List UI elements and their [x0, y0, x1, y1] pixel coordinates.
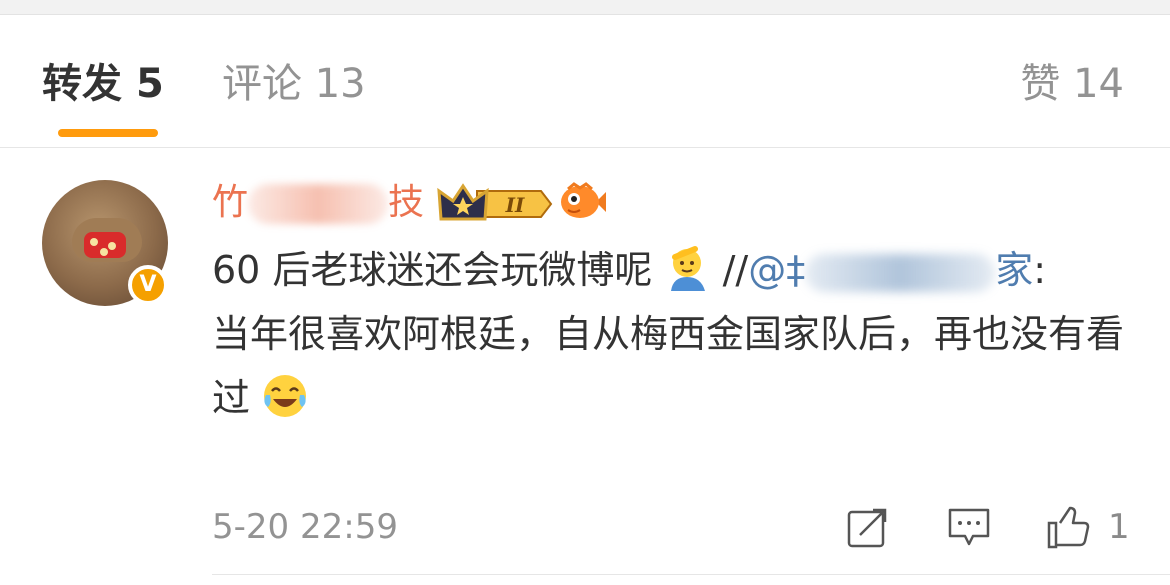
- comment-text-rest: 当年很喜欢阿根廷，自从梅西金国家队后，再也没有看过: [212, 312, 1125, 420]
- tab-like[interactable]: 赞 14: [1020, 59, 1124, 109]
- repost-separator: //: [710, 248, 749, 292]
- verified-v-icon: V: [128, 265, 168, 305]
- mention-link[interactable]: @‡ 家: [748, 248, 1033, 292]
- active-tab-indicator: [58, 129, 158, 137]
- tab-comment-label: 评论: [222, 61, 302, 107]
- divider: [212, 574, 1170, 575]
- top-strip: [0, 0, 1170, 15]
- like-count: 1: [1108, 507, 1130, 547]
- username-last: 技: [388, 182, 425, 223]
- mention-first: ‡: [786, 248, 806, 292]
- crown-level-badge-icon[interactable]: II: [437, 183, 553, 225]
- laugh-cry-emoji-icon: [264, 375, 307, 417]
- avatar-shirt: [84, 232, 126, 258]
- username-first: 竹: [212, 182, 249, 223]
- tab-repost[interactable]: 转发 5: [42, 59, 164, 109]
- mention-colon: :: [1033, 248, 1047, 292]
- tab-repost-label: 转发: [42, 61, 122, 107]
- tab-comment-count: 13: [314, 61, 366, 107]
- level-badge-text: II: [505, 193, 525, 217]
- mention-last: 家: [995, 248, 1034, 292]
- tab-repost-count: 5: [135, 61, 164, 107]
- timestamp: 5-20 22:59: [212, 507, 398, 547]
- username[interactable]: 竹技: [212, 180, 424, 226]
- tab-like-label: 赞: [1020, 61, 1061, 107]
- tab-like-count: 14: [1073, 61, 1124, 107]
- salute-emoji-icon: [670, 246, 705, 291]
- comment-icon[interactable]: [947, 505, 991, 549]
- repost-icon[interactable]: [846, 505, 890, 549]
- mention-at: @: [748, 248, 787, 292]
- username-redacted: [248, 184, 389, 224]
- fish-icon: [561, 182, 606, 218]
- comment-text: 60 后老球迷还会玩微博呢 //@‡ 家: 当年很喜欢阿根廷，自从梅西金国家队后，…: [212, 238, 1137, 430]
- tab-bar: 转发 5 评论 13 赞 14: [0, 15, 1170, 148]
- tab-comment[interactable]: 评论 13: [222, 59, 366, 109]
- comment-text-line1: 60 后老球迷还会玩微博呢: [212, 248, 653, 292]
- like-icon[interactable]: [1046, 505, 1090, 549]
- mention-redacted: [805, 253, 996, 292]
